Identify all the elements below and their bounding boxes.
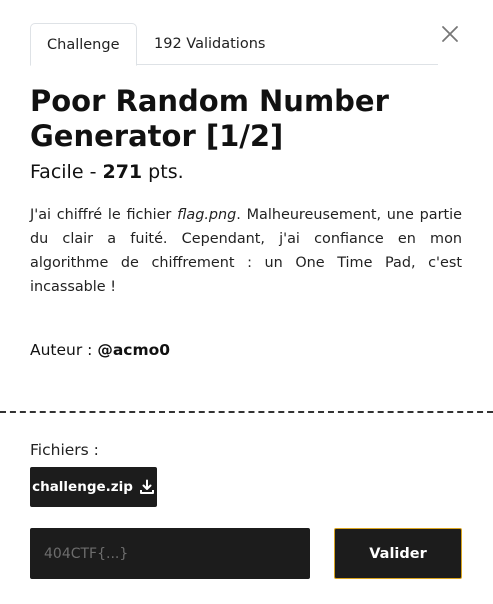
author-label: Auteur : xyxy=(30,341,98,359)
challenge-title: Poor Random Number Generator [1/2] xyxy=(30,84,389,153)
validate-button[interactable]: Valider xyxy=(334,528,462,579)
difficulty-label: Facile xyxy=(30,161,84,183)
close-icon[interactable] xyxy=(440,24,460,44)
points-suffix: pts. xyxy=(142,161,184,183)
tab-validations[interactable]: 192 Validations xyxy=(138,23,281,65)
author-name: @acmo0 xyxy=(97,341,171,359)
points-separator: - xyxy=(83,161,103,183)
files-label: Fichiers : xyxy=(30,441,99,459)
download-icon xyxy=(139,479,155,495)
section-divider xyxy=(0,411,493,413)
points-value: 271 xyxy=(102,161,143,183)
file-name: challenge.zip xyxy=(32,479,133,495)
challenge-points: Facile - 271 pts. xyxy=(30,161,184,183)
description-text: J'ai chiffré le fichier xyxy=(30,207,178,223)
flag-input[interactable] xyxy=(30,528,310,579)
description-filename: flag.png xyxy=(177,207,237,223)
challenge-author: Auteur : @acmo0 xyxy=(30,341,170,359)
challenge-description: J'ai chiffré le fichier flag.png. Malheu… xyxy=(30,203,462,299)
tab-challenge[interactable]: Challenge xyxy=(30,23,137,66)
tab-bar: Challenge 192 Validations xyxy=(30,23,438,66)
download-file-button[interactable]: challenge.zip xyxy=(30,467,157,507)
